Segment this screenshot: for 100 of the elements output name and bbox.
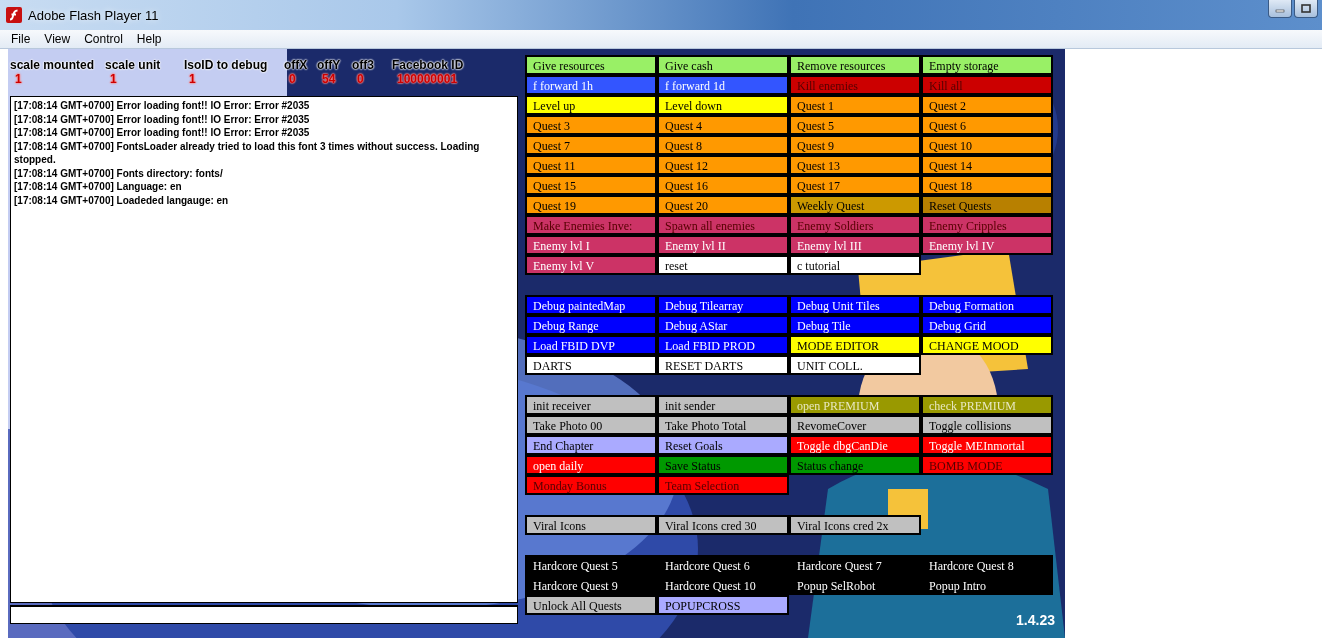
debug-button[interactable]: Unlock All Quests — [525, 595, 657, 615]
debug-button[interactable]: Enemy lvl III — [789, 235, 921, 255]
debug-button[interactable]: Weekly Quest — [789, 195, 921, 215]
debug-button[interactable]: Quest 12 — [657, 155, 789, 175]
debug-button[interactable]: Debug Tile — [789, 315, 921, 335]
debug-button[interactable]: Quest 7 — [525, 135, 657, 155]
debug-button[interactable]: Take Photo 00 — [525, 415, 657, 435]
debug-button[interactable]: Give cash — [657, 55, 789, 75]
debug-button[interactable]: Quest 5 — [789, 115, 921, 135]
debug-button[interactable]: Quest 20 — [657, 195, 789, 215]
debug-button[interactable]: Viral Icons cred 2x — [789, 515, 921, 535]
debug-button[interactable]: Hardcore Quest 9 — [525, 575, 657, 595]
debug-button[interactable]: Quest 10 — [921, 135, 1053, 155]
debug-button[interactable]: Enemy lvl II — [657, 235, 789, 255]
field-value: 0 — [288, 72, 297, 88]
debug-button[interactable]: Quest 4 — [657, 115, 789, 135]
debug-button[interactable]: Enemy lvl IV — [921, 235, 1053, 255]
field-value: 54 — [321, 72, 337, 88]
debug-button[interactable]: Debug Tilearray — [657, 295, 789, 315]
maximize-button[interactable] — [1294, 0, 1318, 18]
menu-item[interactable]: Control — [77, 32, 130, 46]
debug-button[interactable]: Popup Intro — [921, 575, 1053, 595]
debug-button[interactable]: Status change — [789, 455, 921, 475]
debug-button[interactable]: c tutorial — [789, 255, 921, 275]
debug-button[interactable]: Quest 11 — [525, 155, 657, 175]
debug-button[interactable]: Level down — [657, 95, 789, 115]
log-line: [17:08:14 GMT+0700] Error loading font!! IO Error: Error #2035 — [14, 99, 311, 113]
debug-button[interactable]: Quest 17 — [789, 175, 921, 195]
debug-button[interactable]: BOMB MODE — [921, 455, 1053, 475]
debug-button[interactable]: Level up — [525, 95, 657, 115]
window-title: Adobe Flash Player 11 — [28, 7, 159, 23]
debug-button[interactable]: Quest 16 — [657, 175, 789, 195]
debug-button[interactable]: Monday Bonus — [525, 475, 657, 495]
debug-button[interactable]: Quest 6 — [921, 115, 1053, 135]
debug-button[interactable]: UNIT COLL. — [789, 355, 921, 375]
debug-button[interactable]: Remove resources — [789, 55, 921, 75]
debug-button[interactable]: Quest 1 — [789, 95, 921, 115]
debug-button[interactable]: Debug Formation — [921, 295, 1053, 315]
debug-button[interactable]: Quest 19 — [525, 195, 657, 215]
debug-button[interactable]: POPUPCROSS — [657, 595, 789, 615]
debug-button[interactable]: Reset Quests — [921, 195, 1053, 215]
debug-button[interactable]: Quest 3 — [525, 115, 657, 135]
debug-button[interactable]: Debug Grid — [921, 315, 1053, 335]
field-value: 1 — [188, 72, 197, 88]
field-label: off3 — [352, 58, 375, 72]
debug-button[interactable]: Debug paintedMap — [525, 295, 657, 315]
debug-button[interactable]: Quest 15 — [525, 175, 657, 195]
debug-button[interactable]: Quest 8 — [657, 135, 789, 155]
debug-button[interactable]: Enemy lvl V — [525, 255, 657, 275]
log-line: [17:08:14 GMT+0700] Error loading font!! IO Error: Error #2035 — [14, 112, 311, 126]
field-label: scale unit — [105, 58, 162, 72]
debug-button[interactable]: End Chapter — [525, 435, 657, 455]
debug-button[interactable]: DARTS — [525, 355, 657, 375]
debug-button[interactable]: Hardcore Quest 5 — [525, 555, 657, 575]
debug-button[interactable]: Hardcore Quest 8 — [921, 555, 1053, 575]
command-input-field[interactable] — [10, 605, 518, 624]
debug-button[interactable]: Enemy lvl I — [525, 235, 657, 255]
debug-button[interactable]: Quest 18 — [921, 175, 1053, 195]
debug-button[interactable]: Quest 13 — [789, 155, 921, 175]
debug-button[interactable]: RESET DARTS — [657, 355, 789, 375]
field-value: 1 — [14, 72, 23, 88]
debug-button[interactable]: Debug AStar — [657, 315, 789, 335]
debug-button[interactable]: Hardcore Quest 6 — [657, 555, 789, 575]
debug-button[interactable]: Load FBID DVP — [525, 335, 657, 355]
debug-button[interactable]: Quest 14 — [921, 155, 1053, 175]
maximize-icon — [1301, 4, 1311, 13]
app-icon — [6, 7, 22, 23]
debug-button[interactable]: Take Photo Total — [657, 415, 789, 435]
debug-button[interactable]: Viral Icons — [525, 515, 657, 535]
debug-button[interactable]: init sender — [657, 395, 789, 415]
debug-button[interactable]: Debug Range — [525, 315, 657, 335]
menu-item[interactable]: View — [37, 32, 78, 46]
debug-button[interactable]: Save Status — [657, 455, 789, 475]
debug-button[interactable]: reset — [657, 255, 789, 275]
debug-button[interactable]: Hardcore Quest 7 — [789, 555, 921, 575]
debug-button[interactable]: Quest 2 — [921, 95, 1053, 115]
debug-button[interactable]: Toggle MEInmortal — [921, 435, 1053, 455]
minimize-button[interactable] — [1268, 0, 1292, 18]
debug-button[interactable]: Popup SelRobot — [789, 575, 921, 595]
debug-button[interactable]: f forward 1h — [525, 75, 657, 95]
debug-button[interactable]: open daily — [525, 455, 657, 475]
debug-button[interactable]: Give resources — [525, 55, 657, 75]
debug-button[interactable]: RevomeCover — [789, 415, 921, 435]
debug-button[interactable]: init receiver — [525, 395, 657, 415]
debug-button[interactable]: Viral Icons cred 30 — [657, 515, 789, 535]
debug-button[interactable]: Load FBID PROD — [657, 335, 789, 355]
debug-button[interactable]: MODE EDITOR — [789, 335, 921, 355]
debug-button[interactable]: CHANGE MOOD — [921, 335, 1053, 355]
debug-button[interactable]: Toggle collisions — [921, 415, 1053, 435]
debug-button[interactable]: Empty storage — [921, 55, 1053, 75]
debug-button[interactable]: Team Selection — [657, 475, 789, 495]
debug-button[interactable]: Quest 9 — [789, 135, 921, 155]
debug-button[interactable]: Debug Unit Tiles — [789, 295, 921, 315]
menu-item[interactable]: File — [4, 32, 38, 46]
debug-button[interactable]: f forward 1d — [657, 75, 789, 95]
field-label: Facebook ID — [392, 58, 465, 72]
debug-button[interactable]: Hardcore Quest 10 — [657, 575, 789, 595]
menu-item[interactable]: Help — [129, 32, 169, 46]
debug-button[interactable]: Reset Goals — [657, 435, 789, 455]
debug-button[interactable]: Toggle dbgCanDie — [789, 435, 921, 455]
